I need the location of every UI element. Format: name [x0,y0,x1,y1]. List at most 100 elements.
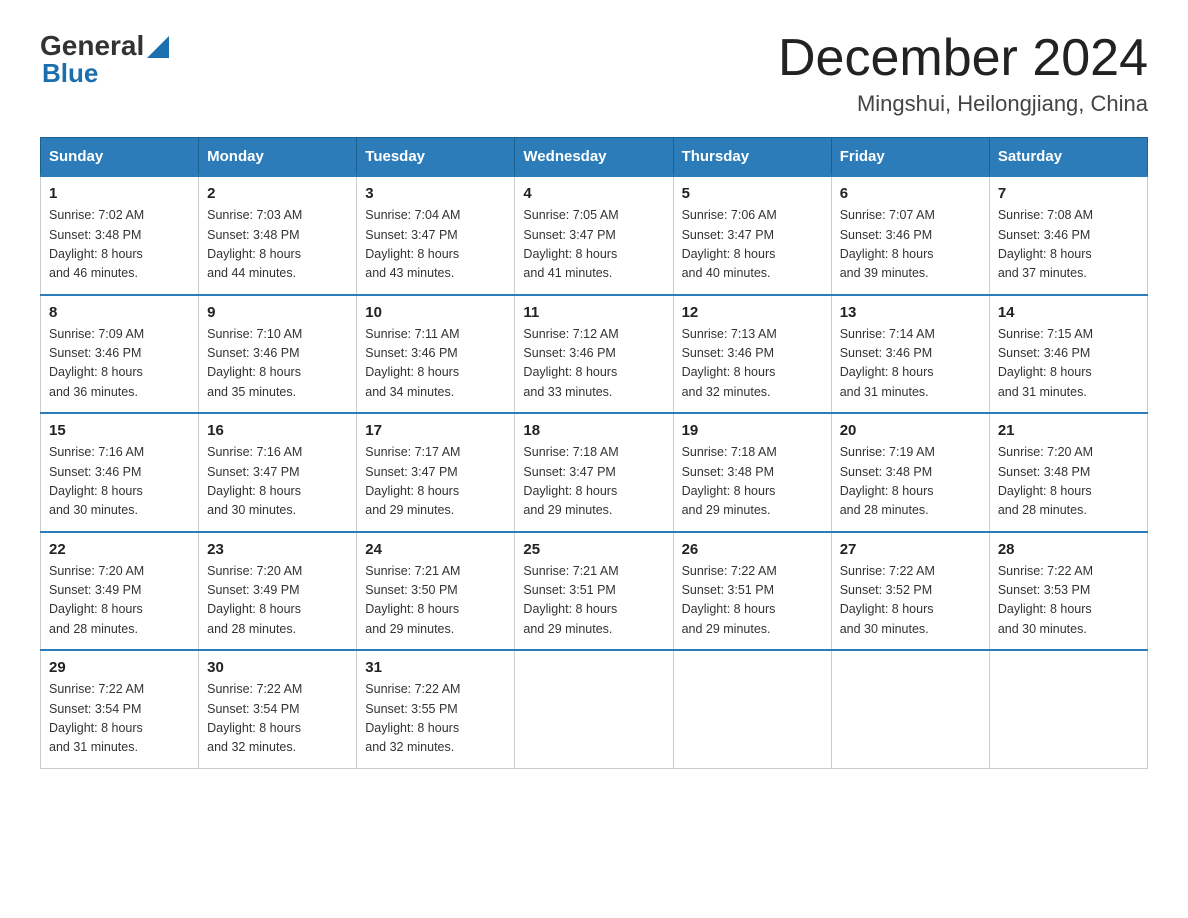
title-block: December 2024 Mingshui, Heilongjiang, Ch… [778,30,1148,117]
day-info: Sunrise: 7:02 AM Sunset: 3:48 PM Dayligh… [49,206,190,284]
col-monday: Monday [199,138,357,177]
logo-triangle-icon [147,36,169,58]
day-number: 10 [365,304,506,321]
day-info: Sunrise: 7:18 AM Sunset: 3:48 PM Dayligh… [682,443,823,521]
calendar-cell-w1-d3: 3 Sunrise: 7:04 AM Sunset: 3:47 PM Dayli… [357,176,515,295]
calendar-cell-w1-d1: 1 Sunrise: 7:02 AM Sunset: 3:48 PM Dayli… [41,176,199,295]
calendar-cell-w4-d1: 22 Sunrise: 7:20 AM Sunset: 3:49 PM Dayl… [41,532,199,651]
calendar-cell-w4-d4: 25 Sunrise: 7:21 AM Sunset: 3:51 PM Dayl… [515,532,673,651]
calendar-cell-w3-d6: 20 Sunrise: 7:19 AM Sunset: 3:48 PM Dayl… [831,413,989,532]
calendar-cell-w5-d1: 29 Sunrise: 7:22 AM Sunset: 3:54 PM Dayl… [41,650,199,768]
day-info: Sunrise: 7:08 AM Sunset: 3:46 PM Dayligh… [998,206,1139,284]
day-number: 12 [682,304,823,321]
day-info: Sunrise: 7:06 AM Sunset: 3:47 PM Dayligh… [682,206,823,284]
calendar-cell-w4-d6: 27 Sunrise: 7:22 AM Sunset: 3:52 PM Dayl… [831,532,989,651]
day-number: 15 [49,422,190,439]
day-number: 13 [840,304,981,321]
day-info: Sunrise: 7:22 AM Sunset: 3:52 PM Dayligh… [840,562,981,640]
calendar-cell-w4-d7: 28 Sunrise: 7:22 AM Sunset: 3:53 PM Dayl… [989,532,1147,651]
day-info: Sunrise: 7:13 AM Sunset: 3:46 PM Dayligh… [682,325,823,403]
day-info: Sunrise: 7:14 AM Sunset: 3:46 PM Dayligh… [840,325,981,403]
calendar-table: Sunday Monday Tuesday Wednesday Thursday… [40,137,1148,769]
col-sunday: Sunday [41,138,199,177]
day-info: Sunrise: 7:04 AM Sunset: 3:47 PM Dayligh… [365,206,506,284]
calendar-cell-w2-d6: 13 Sunrise: 7:14 AM Sunset: 3:46 PM Dayl… [831,295,989,414]
col-friday: Friday [831,138,989,177]
calendar-cell-w4-d5: 26 Sunrise: 7:22 AM Sunset: 3:51 PM Dayl… [673,532,831,651]
day-info: Sunrise: 7:20 AM Sunset: 3:48 PM Dayligh… [998,443,1139,521]
day-number: 3 [365,185,506,202]
day-info: Sunrise: 7:18 AM Sunset: 3:47 PM Dayligh… [523,443,664,521]
calendar-cell-w2-d4: 11 Sunrise: 7:12 AM Sunset: 3:46 PM Dayl… [515,295,673,414]
day-number: 30 [207,659,348,676]
day-number: 18 [523,422,664,439]
day-info: Sunrise: 7:19 AM Sunset: 3:48 PM Dayligh… [840,443,981,521]
day-number: 7 [998,185,1139,202]
day-info: Sunrise: 7:12 AM Sunset: 3:46 PM Dayligh… [523,325,664,403]
calendar-cell-w5-d6 [831,650,989,768]
calendar-cell-w1-d4: 4 Sunrise: 7:05 AM Sunset: 3:47 PM Dayli… [515,176,673,295]
day-number: 1 [49,185,190,202]
col-thursday: Thursday [673,138,831,177]
day-number: 23 [207,541,348,558]
week-row-1: 1 Sunrise: 7:02 AM Sunset: 3:48 PM Dayli… [41,176,1148,295]
calendar-cell-w1-d2: 2 Sunrise: 7:03 AM Sunset: 3:48 PM Dayli… [199,176,357,295]
calendar-cell-w3-d4: 18 Sunrise: 7:18 AM Sunset: 3:47 PM Dayl… [515,413,673,532]
page-header: General Blue December 2024 Mingshui, Hei… [40,30,1148,117]
day-number: 11 [523,304,664,321]
page-title: December 2024 [778,30,1148,87]
day-number: 22 [49,541,190,558]
day-info: Sunrise: 7:11 AM Sunset: 3:46 PM Dayligh… [365,325,506,403]
calendar-cell-w3-d5: 19 Sunrise: 7:18 AM Sunset: 3:48 PM Dayl… [673,413,831,532]
day-info: Sunrise: 7:21 AM Sunset: 3:50 PM Dayligh… [365,562,506,640]
calendar-cell-w2-d5: 12 Sunrise: 7:13 AM Sunset: 3:46 PM Dayl… [673,295,831,414]
calendar-cell-w5-d5 [673,650,831,768]
day-number: 21 [998,422,1139,439]
day-info: Sunrise: 7:05 AM Sunset: 3:47 PM Dayligh… [523,206,664,284]
day-number: 28 [998,541,1139,558]
col-saturday: Saturday [989,138,1147,177]
day-info: Sunrise: 7:22 AM Sunset: 3:55 PM Dayligh… [365,680,506,758]
day-number: 4 [523,185,664,202]
week-row-4: 22 Sunrise: 7:20 AM Sunset: 3:49 PM Dayl… [41,532,1148,651]
day-number: 14 [998,304,1139,321]
calendar-header-row: Sunday Monday Tuesday Wednesday Thursday… [41,138,1148,177]
day-info: Sunrise: 7:22 AM Sunset: 3:54 PM Dayligh… [207,680,348,758]
day-number: 25 [523,541,664,558]
day-info: Sunrise: 7:09 AM Sunset: 3:46 PM Dayligh… [49,325,190,403]
day-info: Sunrise: 7:16 AM Sunset: 3:47 PM Dayligh… [207,443,348,521]
calendar-cell-w5-d2: 30 Sunrise: 7:22 AM Sunset: 3:54 PM Dayl… [199,650,357,768]
calendar-cell-w3-d1: 15 Sunrise: 7:16 AM Sunset: 3:46 PM Dayl… [41,413,199,532]
calendar-cell-w2-d2: 9 Sunrise: 7:10 AM Sunset: 3:46 PM Dayli… [199,295,357,414]
day-number: 31 [365,659,506,676]
calendar-cell-w5-d4 [515,650,673,768]
day-info: Sunrise: 7:22 AM Sunset: 3:51 PM Dayligh… [682,562,823,640]
day-number: 26 [682,541,823,558]
day-info: Sunrise: 7:22 AM Sunset: 3:54 PM Dayligh… [49,680,190,758]
day-info: Sunrise: 7:20 AM Sunset: 3:49 PM Dayligh… [207,562,348,640]
day-number: 5 [682,185,823,202]
day-number: 27 [840,541,981,558]
calendar-cell-w3-d7: 21 Sunrise: 7:20 AM Sunset: 3:48 PM Dayl… [989,413,1147,532]
calendar-cell-w4-d3: 24 Sunrise: 7:21 AM Sunset: 3:50 PM Dayl… [357,532,515,651]
day-number: 29 [49,659,190,676]
calendar-cell-w1-d7: 7 Sunrise: 7:08 AM Sunset: 3:46 PM Dayli… [989,176,1147,295]
day-number: 24 [365,541,506,558]
day-info: Sunrise: 7:20 AM Sunset: 3:49 PM Dayligh… [49,562,190,640]
day-info: Sunrise: 7:15 AM Sunset: 3:46 PM Dayligh… [998,325,1139,403]
day-info: Sunrise: 7:16 AM Sunset: 3:46 PM Dayligh… [49,443,190,521]
day-number: 17 [365,422,506,439]
day-info: Sunrise: 7:07 AM Sunset: 3:46 PM Dayligh… [840,206,981,284]
week-row-5: 29 Sunrise: 7:22 AM Sunset: 3:54 PM Dayl… [41,650,1148,768]
day-number: 6 [840,185,981,202]
logo: General Blue [40,30,169,89]
calendar-cell-w3-d2: 16 Sunrise: 7:16 AM Sunset: 3:47 PM Dayl… [199,413,357,532]
calendar-cell-w1-d6: 6 Sunrise: 7:07 AM Sunset: 3:46 PM Dayli… [831,176,989,295]
day-info: Sunrise: 7:21 AM Sunset: 3:51 PM Dayligh… [523,562,664,640]
day-info: Sunrise: 7:17 AM Sunset: 3:47 PM Dayligh… [365,443,506,521]
calendar-cell-w4-d2: 23 Sunrise: 7:20 AM Sunset: 3:49 PM Dayl… [199,532,357,651]
day-number: 2 [207,185,348,202]
calendar-cell-w2-d7: 14 Sunrise: 7:15 AM Sunset: 3:46 PM Dayl… [989,295,1147,414]
calendar-cell-w2-d3: 10 Sunrise: 7:11 AM Sunset: 3:46 PM Dayl… [357,295,515,414]
week-row-3: 15 Sunrise: 7:16 AM Sunset: 3:46 PM Dayl… [41,413,1148,532]
